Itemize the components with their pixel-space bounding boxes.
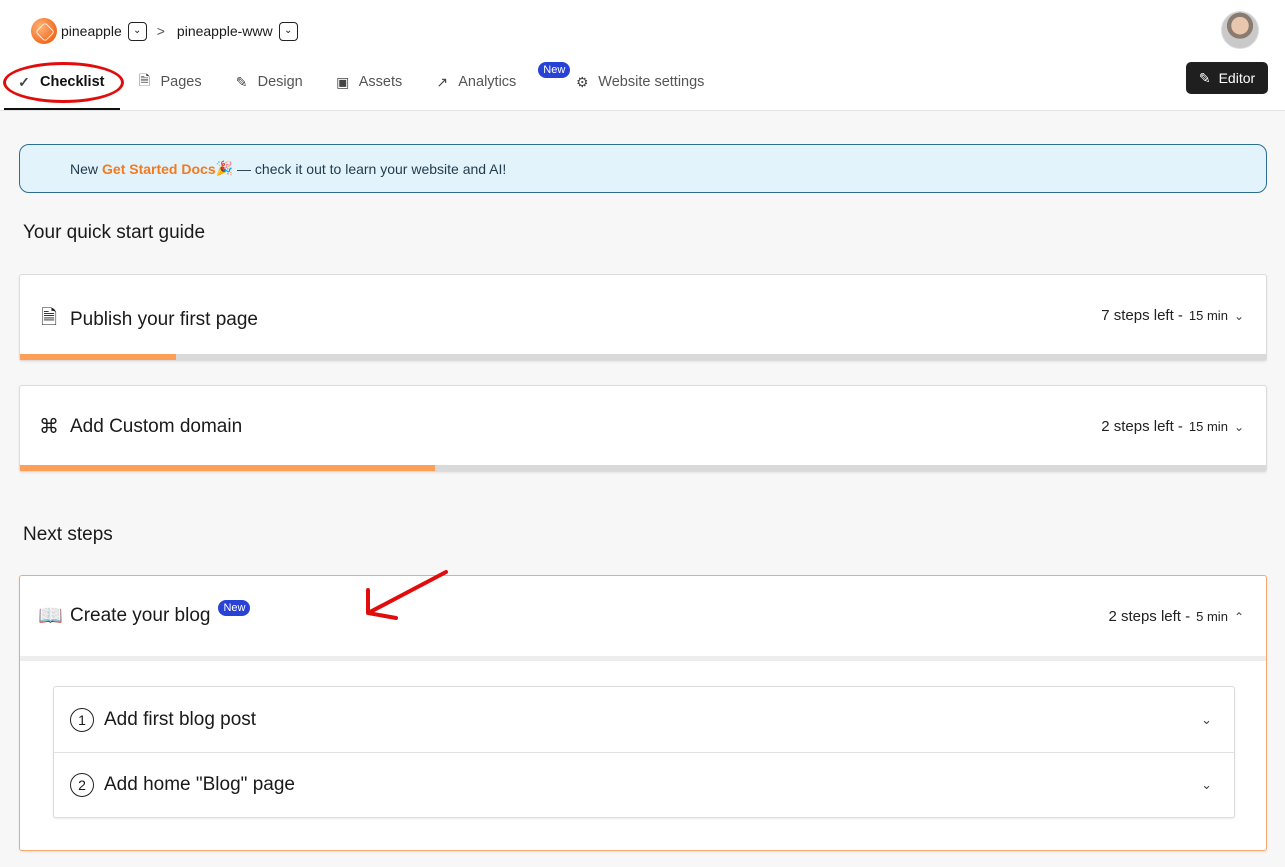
pineapple-logo-icon <box>31 18 57 44</box>
gear-icon: ⚙ <box>576 73 589 90</box>
checklist-card-domain[interactable]: ⌘ Add Custom domain 2 steps left - 15 mi… <box>19 385 1267 472</box>
tab-assets[interactable]: ▣ Assets <box>319 62 419 102</box>
tab-pages[interactable]: 🗎 Pages <box>120 62 217 102</box>
file-text-icon: 🗎 <box>40 307 58 329</box>
steps-left: 7 steps left - <box>1101 307 1183 324</box>
breadcrumb: pineapple ⌄ > pineapple-www ⌄ <box>31 18 308 44</box>
card-meta: 7 steps left - 15 min ⌄ <box>1101 307 1244 324</box>
tab-design[interactable]: ✎ Design <box>218 62 319 102</box>
time-estimate: 5 min <box>1196 609 1228 624</box>
card-title: Add Custom domain <box>70 415 243 437</box>
book-open-icon: 📖 <box>38 605 63 627</box>
tab-website-settings[interactable]: ⚙ Website settings <box>558 62 720 102</box>
workspace-switch-icon[interactable]: ⌄ <box>127 21 147 41</box>
workspace-name[interactable]: pineapple <box>61 23 122 39</box>
card-heading: ⌘ Add Custom domain <box>38 414 242 439</box>
check-icon: ✓ <box>18 73 30 90</box>
tab-label: Analytics <box>458 74 517 90</box>
substep-item[interactable]: 1 Add first blog post ⌄ <box>54 687 1234 752</box>
card-meta: 2 steps left - 5 min ⌃ <box>1108 608 1244 625</box>
quick-start-title: Your quick start guide <box>23 222 206 243</box>
tab-label: Assets <box>358 74 403 90</box>
editor-label: Editor <box>1218 70 1256 86</box>
progress-bar <box>20 465 1266 471</box>
pen-tool-icon: ✎ <box>235 73 248 90</box>
substep-list: 1 Add first blog post ⌄ 2 Add home "Blog… <box>53 686 1235 818</box>
file-icon: 🗎 <box>138 72 151 88</box>
site-name[interactable]: pineapple-www <box>177 23 273 39</box>
main-tabs: ✓ Checklist 🗎 Pages ✎ Design ▣ Assets ↗ … <box>0 62 720 110</box>
chevron-down-icon[interactable]: ⌄ <box>1201 712 1212 728</box>
tab-label: Pages <box>160 74 202 90</box>
card-heading: 📖 Create your blog New <box>38 599 251 628</box>
new-badge: New <box>218 599 251 616</box>
announcement-banner[interactable]: New Get Started Docs 🎉 — check it out to… <box>19 144 1267 193</box>
card-heading: 🗎 Publish your first page <box>38 303 258 337</box>
substep-label: Add home "Blog" page <box>104 774 295 795</box>
editor-button[interactable]: ✎ Editor <box>1186 62 1268 94</box>
party-emoji-icon: 🎉 <box>215 160 234 176</box>
checklist-card-blog[interactable]: 📖 Create your blog New 2 steps left - 5 … <box>19 575 1267 851</box>
banner-link[interactable]: Get Started Docs <box>102 161 216 177</box>
checklist-card-publish[interactable]: 🗎 Publish your first page 7 steps left -… <box>19 274 1267 361</box>
chevron-down-icon[interactable]: ⌄ <box>1234 420 1244 434</box>
time-estimate: 15 min <box>1188 308 1228 323</box>
next-steps-title: Next steps <box>23 524 113 545</box>
top-bar: pineapple ⌄ > pineapple-www ⌄ ✓ Checklis… <box>0 0 1285 111</box>
step-number: 1 <box>70 707 94 732</box>
breadcrumb-separator: > <box>156 23 165 39</box>
steps-left: 2 steps left - <box>1108 608 1191 625</box>
trending-up-icon: ↗ <box>436 73 449 90</box>
step-number: 2 <box>70 773 94 797</box>
site-switch-icon[interactable]: ⌄ <box>278 21 298 41</box>
substep-item[interactable]: 2 Add home "Blog" page ⌄ <box>54 752 1234 817</box>
divider <box>20 656 1266 661</box>
banner-prefix: New <box>70 160 99 177</box>
card-meta: 2 steps left - 15 min ⌄ <box>1101 418 1244 435</box>
substep-label: Add first blog post <box>104 708 257 730</box>
chevron-down-icon[interactable]: ⌄ <box>1234 309 1244 323</box>
tab-checklist[interactable]: ✓ Checklist <box>0 62 121 110</box>
tab-label: Checklist <box>40 74 105 90</box>
steps-left: 2 steps left - <box>1101 418 1183 435</box>
progress-bar <box>20 354 1266 360</box>
banner-text: — check it out to learn your website and… <box>237 160 507 177</box>
time-estimate: 15 min <box>1188 419 1228 434</box>
image-icon: ▣ <box>336 73 350 90</box>
tab-analytics[interactable]: ↗ Analytics New <box>418 62 571 102</box>
tab-label: Design <box>257 74 303 90</box>
progress-fill <box>20 354 176 360</box>
progress-fill <box>20 465 435 471</box>
tab-label: Website settings <box>598 74 705 90</box>
card-title: Publish your first page <box>70 309 258 330</box>
card-title: Create your blog <box>70 604 211 626</box>
pencil-icon: ✎ <box>1198 69 1211 86</box>
chevron-down-icon[interactable]: ⌄ <box>1201 777 1212 793</box>
command-icon: ⌘ <box>39 416 59 438</box>
chevron-up-icon[interactable]: ⌃ <box>1234 610 1244 624</box>
avatar[interactable] <box>1221 11 1259 49</box>
